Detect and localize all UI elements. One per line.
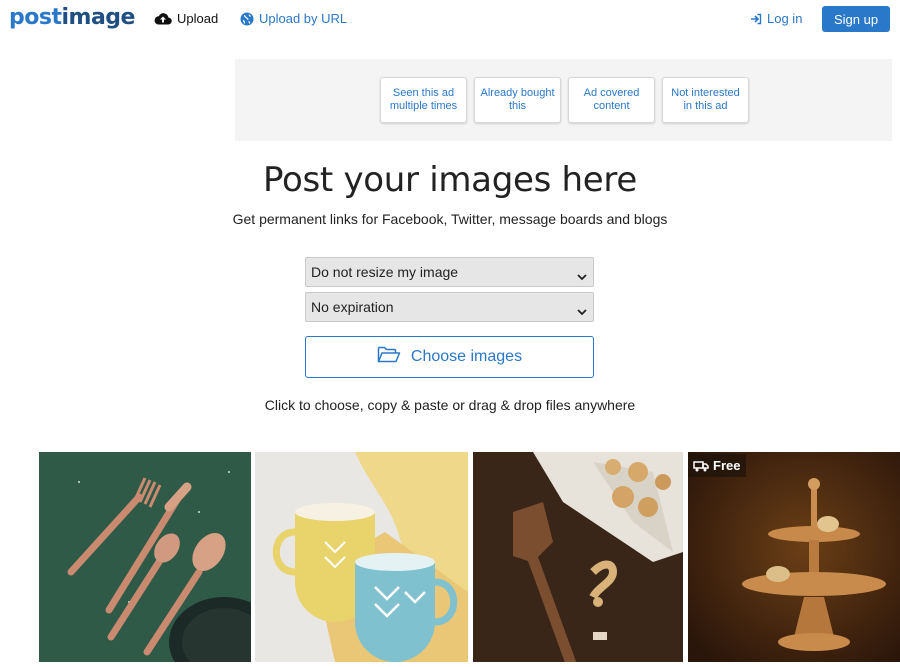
postimage-logo[interactable]: postimage <box>9 5 135 30</box>
gallery-image-mugs[interactable] <box>255 452 468 662</box>
page-subtitle: Get permanent links for Facebook, Twitte… <box>232 211 668 227</box>
upload-hint: Click to choose, copy & paste or drag & … <box>264 397 636 413</box>
caret-down-icon <box>577 303 587 319</box>
free-badge: Free <box>688 454 747 477</box>
login-icon <box>750 13 762 25</box>
resize-select[interactable]: Do not resize my image <box>305 257 594 287</box>
upload-label: Upload <box>177 11 219 26</box>
truck-icon <box>693 460 709 472</box>
ad-option-seen-multiple[interactable]: Seen this ad multiple times <box>380 77 467 123</box>
resize-select-value: Do not resize my image <box>311 264 459 280</box>
choose-images-button[interactable]: Choose images <box>305 336 594 378</box>
login-link[interactable]: Log in <box>750 11 802 26</box>
ad-option-not-interested[interactable]: Not interested in this ad <box>662 77 749 123</box>
expiration-select-value: No expiration <box>311 299 394 315</box>
signup-button[interactable]: Sign up <box>822 6 890 32</box>
login-label: Log in <box>767 11 803 26</box>
choose-images-label: Choose images <box>410 348 523 365</box>
upload-by-url-link[interactable]: Upload by URL <box>240 11 347 26</box>
page-title: Post your images here <box>263 160 637 200</box>
gallery-image-book-cookies[interactable] <box>473 452 683 662</box>
free-badge-label: Free <box>713 458 741 473</box>
image-gallery: Free <box>39 452 900 662</box>
top-header: postimage Upload Upload by URL Log in Si… <box>0 0 900 38</box>
upload-link[interactable]: Upload <box>154 11 218 26</box>
caret-down-icon <box>577 268 587 284</box>
cloud-upload-icon <box>154 12 172 25</box>
expiration-select[interactable]: No expiration <box>305 292 594 322</box>
upload-by-url-label: Upload by URL <box>259 11 348 26</box>
ad-option-already-bought[interactable]: Already bought this <box>474 77 561 123</box>
ad-feedback-area: Seen this ad multiple times Already boug… <box>235 59 892 141</box>
gallery-image-cutlery[interactable] <box>39 452 251 662</box>
gallery-image-cake-stand[interactable]: Free <box>688 452 900 662</box>
folder-open-icon <box>377 346 401 369</box>
globe-icon <box>240 12 254 26</box>
ad-option-covered-content[interactable]: Ad covered content <box>568 77 655 123</box>
